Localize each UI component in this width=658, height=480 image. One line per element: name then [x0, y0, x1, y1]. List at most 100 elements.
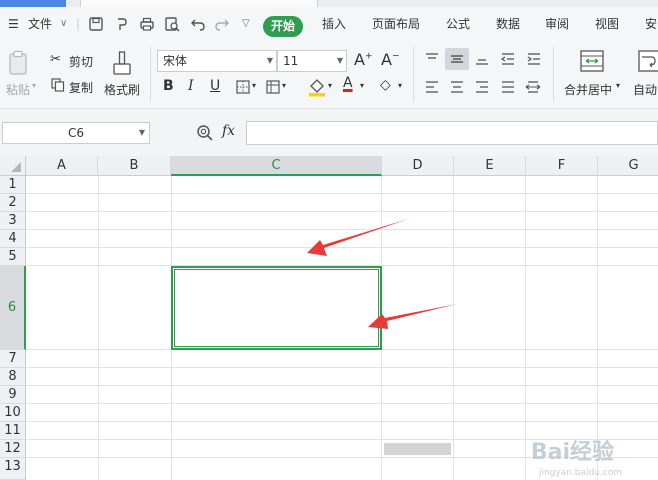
app-tab-indicator[interactable] — [0, 0, 66, 7]
save-icon[interactable] — [88, 16, 104, 32]
worksheet-grid[interactable]: A B C D E F G 1 2 3 4 5 6 7 8 9 10 11 12… — [0, 156, 658, 480]
paste-dropdown-icon[interactable]: ▾ — [32, 81, 36, 90]
column-header-f[interactable]: F — [526, 156, 598, 176]
underline-icon[interactable]: U — [210, 78, 220, 94]
tab-view[interactable]: 视图 — [595, 7, 619, 41]
format-painter-label[interactable]: 格式刷 — [104, 81, 140, 98]
merge-center-icon[interactable] — [580, 50, 604, 72]
borders-dropdown-icon[interactable]: ▾ — [252, 81, 256, 90]
quick-access-dropdown-icon[interactable]: ▽ — [242, 7, 250, 41]
paste-icon[interactable] — [8, 50, 30, 76]
justify-icon[interactable] — [500, 80, 516, 94]
merge-dropdown-icon[interactable]: ▾ — [616, 81, 620, 90]
row-header-7[interactable]: 7 — [0, 350, 26, 368]
zoom-search-icon[interactable] — [196, 124, 214, 142]
row-header-6[interactable]: 6 — [0, 266, 26, 350]
tab-home[interactable]: 开始 — [263, 16, 304, 37]
cell-style-icon[interactable] — [266, 80, 280, 94]
font-size-value: 11 — [283, 54, 299, 68]
column-header-a[interactable]: A — [26, 156, 98, 176]
font-color-icon[interactable]: A — [343, 75, 353, 91]
column-header-d[interactable]: D — [382, 156, 454, 176]
font-name-value: 宋体 — [163, 54, 188, 68]
tab-formulas[interactable]: 公式 — [446, 7, 470, 41]
print-preview-icon[interactable] — [164, 16, 180, 32]
distributed-align-icon[interactable] — [524, 79, 542, 95]
italic-icon[interactable]: I — [188, 78, 194, 94]
decrease-font-size-icon[interactable]: A− — [381, 50, 400, 69]
redo-icon[interactable] — [214, 16, 230, 32]
align-bottom-icon[interactable] — [474, 52, 490, 66]
row-header-1[interactable]: 1 — [0, 176, 26, 194]
increase-font-size-icon[interactable]: A+ — [354, 50, 373, 69]
formula-bar: C6 ▼ fx — [0, 109, 658, 156]
row-header-13[interactable]: 13 — [0, 458, 26, 480]
format-painter-icon[interactable] — [110, 50, 134, 76]
row-header-3[interactable]: 3 — [0, 212, 26, 230]
gridline — [26, 421, 658, 422]
column-header-e[interactable]: E — [454, 156, 526, 176]
column-header-c[interactable]: C — [171, 156, 382, 176]
copy-label[interactable]: 复制 — [69, 79, 93, 96]
bold-icon[interactable]: B — [163, 78, 174, 94]
gridline — [26, 229, 658, 230]
merge-center-label[interactable]: 合并居中 — [564, 81, 612, 98]
eraser-icon[interactable]: ◇ — [380, 77, 391, 93]
font-color-dropdown-icon[interactable]: ▾ — [360, 81, 364, 90]
borders-icon[interactable] — [236, 80, 250, 94]
column-header-g[interactable]: G — [598, 156, 658, 176]
select-all-corner[interactable] — [0, 156, 26, 176]
row-header-12[interactable]: 12 — [0, 440, 26, 458]
chevron-down-icon: ▼ — [138, 128, 145, 137]
font-name-select[interactable]: 宋体 ▼ — [157, 50, 277, 72]
select-all-triangle-icon — [11, 162, 21, 172]
row-header-10[interactable]: 10 — [0, 404, 26, 422]
tab-page-layout[interactable]: 页面布局 — [372, 7, 420, 41]
wrap-text-icon[interactable] — [638, 50, 658, 72]
tab-security[interactable]: 安 — [645, 7, 657, 41]
align-center-icon[interactable] — [449, 80, 465, 94]
row-header-2[interactable]: 2 — [0, 194, 26, 212]
document-tab[interactable] — [80, 0, 318, 7]
chevron-down-icon[interactable]: ∨ — [60, 7, 67, 41]
cut-label[interactable]: 剪切 — [69, 53, 93, 70]
font-size-select[interactable]: 11 ▼ — [277, 50, 347, 72]
paste-label[interactable]: 粘贴 — [6, 81, 30, 98]
selected-cell-c6[interactable] — [171, 266, 382, 350]
align-right-icon[interactable] — [474, 80, 490, 94]
increase-indent-icon[interactable] — [526, 52, 542, 66]
cell-style-dropdown-icon[interactable]: ▾ — [282, 81, 286, 90]
column-header-b[interactable]: B — [98, 156, 171, 176]
file-menu[interactable]: 文件 — [28, 7, 52, 41]
row-header-8[interactable]: 8 — [0, 368, 26, 386]
hamburger-menu-icon[interactable]: ☰ — [8, 7, 19, 41]
decrease-indent-icon[interactable] — [500, 52, 516, 66]
formula-input[interactable] — [246, 121, 658, 145]
menu-bar: ☰ 文件 ∨ | ▽ 开始 插入 页面布局 公式 数据 审阅 视图 安 — [0, 7, 658, 41]
name-box[interactable]: C6 ▼ — [2, 122, 150, 144]
tab-review[interactable]: 审阅 — [545, 7, 569, 41]
row-header-5[interactable]: 5 — [0, 248, 26, 266]
gridline — [26, 385, 658, 386]
fill-color-dropdown-icon[interactable]: ▾ — [328, 81, 332, 90]
print-icon[interactable] — [139, 16, 155, 32]
clear-dropdown-icon[interactable]: ▾ — [398, 81, 402, 90]
align-left-icon[interactable] — [424, 80, 440, 94]
function-fx-button[interactable]: fx — [222, 123, 235, 139]
tab-data[interactable]: 数据 — [496, 7, 520, 41]
row-header-11[interactable]: 11 — [0, 422, 26, 440]
export-pdf-icon[interactable] — [114, 16, 130, 32]
align-top-icon[interactable] — [424, 52, 440, 66]
align-middle-button[interactable] — [445, 48, 469, 70]
ribbon-divider — [413, 47, 414, 103]
row-header-4[interactable]: 4 — [0, 230, 26, 248]
auto-wrap-label[interactable]: 自动 — [633, 81, 657, 98]
scissors-icon[interactable]: ✂ — [50, 52, 61, 67]
cell-d12-shaded[interactable] — [384, 443, 451, 455]
fill-color-icon[interactable] — [307, 77, 327, 97]
row-header-9[interactable]: 9 — [0, 386, 26, 404]
chevron-down-icon: ▼ — [266, 56, 273, 65]
copy-icon[interactable] — [51, 78, 65, 92]
undo-icon[interactable] — [190, 16, 206, 32]
tab-insert[interactable]: 插入 — [322, 7, 346, 41]
